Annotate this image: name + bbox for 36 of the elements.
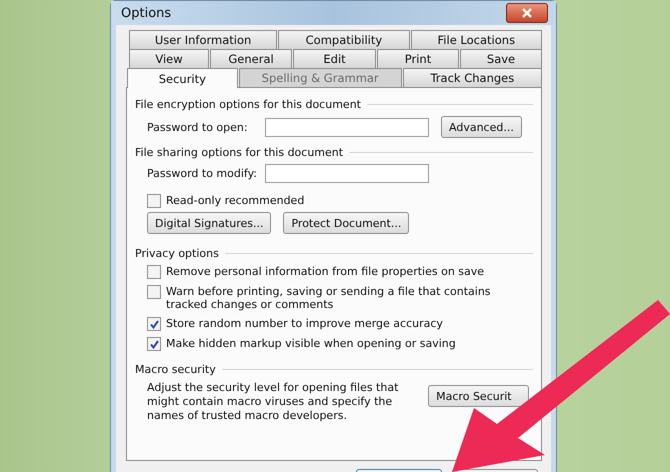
checkbox-label: Warn before printing, saving or sending a file that contains tracked changes or comments [166, 285, 492, 311]
password-field[interactable] [265, 164, 429, 183]
tab[interactable]: Save [460, 49, 542, 68]
checkbox[interactable] [147, 337, 161, 351]
section-heading: Privacy options [135, 247, 219, 260]
window-title: Options [121, 6, 172, 20]
checkbox-label: Store random number to improve merge accuracy [166, 317, 443, 330]
checkbox[interactable] [147, 194, 161, 208]
checkbox[interactable] [147, 285, 161, 299]
tab[interactable]: Track Changes [402, 68, 542, 87]
field-label: Password to modify: [147, 167, 258, 180]
field-label: Password to open: [147, 120, 249, 134]
close-icon [522, 8, 532, 18]
checkbox[interactable] [147, 265, 161, 279]
checkbox[interactable] [147, 317, 161, 331]
tab[interactable]: Print [377, 49, 460, 68]
close-button[interactable] [506, 3, 548, 23]
dialog-button[interactable]: Protect Document... [283, 212, 410, 234]
tab[interactable]: Edit [293, 49, 376, 68]
dialog-button[interactable]: Digital Signatures... [147, 212, 272, 234]
tab[interactable]: View [129, 49, 210, 68]
checkbox-label: Read-only recommended [166, 194, 304, 207]
advanced-button[interactable]: Advanced... [441, 116, 522, 138]
section-heading: File sharing options for this document [135, 146, 344, 159]
tab[interactable]: File Locations [410, 30, 542, 49]
macro-description: Adjust the security level for opening files that might contain macro viruses and specify the names of trusted macro developers. [147, 381, 400, 423]
checkbox-label: Remove personal information from file properties on save [166, 265, 484, 278]
section-heading: File encryption options for this document [135, 98, 361, 111]
tab[interactable]: User Information [129, 30, 278, 49]
section-heading: Macro security [135, 363, 216, 376]
checkbox-label: Make hidden markup visible when opening or saving [166, 337, 456, 350]
tab[interactable]: Compatibility [278, 30, 410, 49]
tab[interactable]: Security [127, 68, 238, 88]
password-field[interactable] [265, 118, 429, 136]
tab[interactable]: General [210, 49, 292, 68]
macro-security-button[interactable]: Macro Securit [428, 385, 529, 407]
